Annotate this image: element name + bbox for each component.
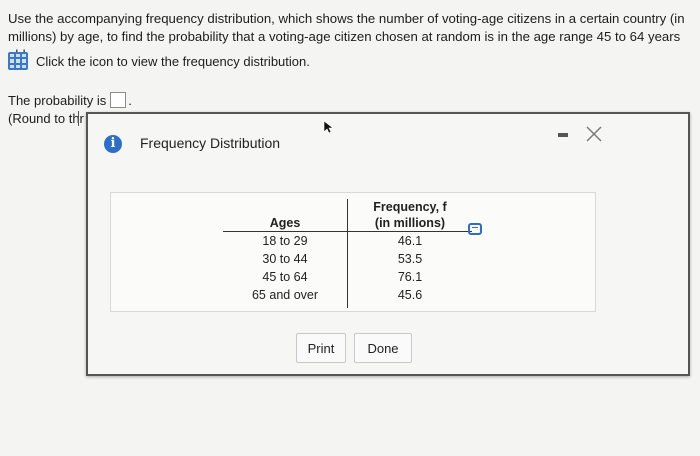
minimize-icon[interactable] — [558, 133, 568, 137]
close-icon[interactable] — [585, 125, 603, 143]
frequency-distribution-dialog: i Frequency Distribution Ages Frequency,… — [86, 112, 690, 376]
text-cursor — [78, 111, 82, 126]
info-icon: i — [104, 135, 122, 153]
dialog-title: Frequency Distribution — [140, 135, 281, 151]
frequency-cell: 46.1 — [347, 231, 472, 250]
table-row: 65 and over 45.6 — [223, 286, 472, 308]
age-cell: 45 to 64 — [262, 270, 308, 284]
round-instruction: (Round to thr — [8, 111, 84, 126]
view-distribution-link[interactable]: Click the icon to view the frequency dis… — [36, 54, 310, 69]
mouse-cursor-icon — [323, 120, 333, 134]
header-frequency: Frequency, f (in millions) — [347, 199, 472, 232]
header-frequency-line1: Frequency, f — [373, 200, 447, 214]
answer-prefix: The probability is — [8, 92, 107, 108]
table-icon[interactable] — [8, 52, 28, 70]
table-row: 30 to 44 53.5 — [223, 250, 472, 268]
header-ages: Ages — [223, 199, 348, 232]
answer-suffix: . — [128, 92, 132, 108]
done-button[interactable]: Done — [354, 333, 412, 363]
copy-icon[interactable] — [468, 223, 482, 235]
print-button[interactable]: Print — [296, 333, 346, 363]
table-row: 45 to 64 76.1 — [223, 268, 472, 286]
age-cell: 30 to 44 — [262, 252, 308, 266]
frequency-table: Ages Frequency, f (in millions) 18 to 29… — [223, 199, 472, 308]
age-cell: 18 to 29 — [262, 234, 308, 248]
answer-row: The probability is . — [8, 92, 132, 108]
header-frequency-line2: (in millions) — [374, 216, 446, 230]
view-distribution-row[interactable]: Click the icon to view the frequency dis… — [8, 52, 310, 70]
answer-input[interactable] — [110, 92, 127, 108]
frequency-cell: 45.6 — [347, 286, 472, 308]
frequency-cell: 76.1 — [347, 268, 472, 286]
age-cell: 65 and over — [251, 288, 319, 302]
table-panel: Ages Frequency, f (in millions) 18 to 29… — [110, 192, 596, 312]
table-row: 18 to 29 46.1 — [223, 231, 472, 250]
dialog-header: i Frequency Distribution — [88, 114, 688, 164]
frequency-cell: 53.5 — [347, 250, 472, 268]
